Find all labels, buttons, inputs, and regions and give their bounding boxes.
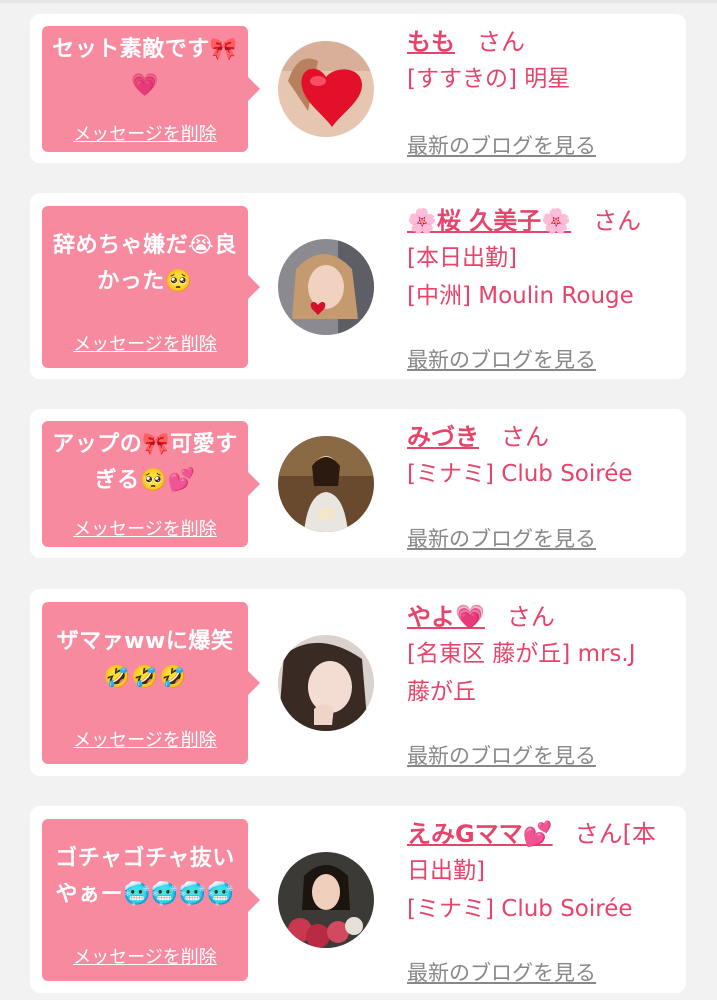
avatar[interactable] [278,852,374,948]
message-text: アップの🎀可愛す ぎる🥺💕 [48,427,242,499]
message-text-line: ぎる🥺💕 [94,468,196,493]
sender-info: やよ💗 さん [名東区 藤が丘] mrs.J 藤が丘 最新のブログを見る [407,599,664,768]
shop-info: [中洲] Moulin Rouge [407,283,634,309]
honorific: さん[本 [574,820,656,848]
delete-message-link[interactable]: メッセージを削除 [42,515,248,541]
sender-name-link[interactable]: えみGママ💕 [407,820,553,848]
blog-link[interactable]: 最新のブログを見る [407,957,596,987]
delete-message-link[interactable]: メッセージを削除 [42,943,248,969]
message-card: 辞めちゃ嫌だ😭良 かった🥺 メッセージを削除 🌸桜 久美子🌸 さん [本日出勤] … [30,193,686,379]
message-text: ゴチャゴチャ抜い やぁー🥶🥶🥶🥶 [48,841,242,913]
honorific: さん [477,28,525,56]
message-card: ゴチャゴチャ抜い やぁー🥶🥶🥶🥶 メッセージを削除 えみGママ💕 さん[本 日出勤… [30,806,686,993]
message-text: セット素敵です🎀 💗 [48,32,242,104]
name-line: もも さん [407,24,664,60]
message-text-line: ゴチャゴチャ抜い [55,846,235,871]
message-text-line: 💗 [131,73,159,98]
shop-info: [すすきの] 明星 [407,66,571,92]
avatar[interactable] [278,239,374,335]
sender-info: みづき さん [ミナミ] Club Soirée 最新のブログを見る [407,419,664,551]
message-bubble: 辞めちゃ嫌だ😭良 かった🥺 メッセージを削除 [42,206,260,368]
sender-name-link[interactable]: やよ💗 [407,603,485,631]
message-text: 辞めちゃ嫌だ😭良 かった🥺 [48,228,242,300]
name-line: えみGママ💕 さん[本 [407,816,664,852]
name-line: やよ💗 さん [407,599,664,635]
shop-info: [ミナミ] Club Soirée [407,461,633,487]
blog-link[interactable]: 最新のブログを見る [407,740,596,770]
message-text-line: 🤣🤣🤣 [103,665,187,690]
message-text-line: 辞めちゃ嫌だ😭良 [53,233,237,258]
blog-link[interactable]: 最新のブログを見る [407,130,596,160]
avatar[interactable] [278,41,374,137]
avatar-photo [278,635,374,731]
top-edge [0,0,717,3]
avatar[interactable] [278,436,374,532]
message-bubble: セット素敵です🎀 💗 メッセージを削除 [42,26,260,152]
sender-name-link[interactable]: 🌸桜 久美子🌸 [407,207,571,235]
name-line: みづき さん [407,419,664,455]
blog-link[interactable]: 最新のブログを見る [407,344,596,374]
message-text-line: セット素敵です🎀 [52,37,238,62]
message-text: ザマァwwに爆笑 🤣🤣🤣 [48,624,242,696]
name-line: 🌸桜 久美子🌸 さん [407,203,664,239]
shop-info: 藤が丘 [407,679,476,705]
avatar-photo [278,239,374,335]
message-bubble: ゴチャゴチャ抜い やぁー🥶🥶🥶🥶 メッセージを削除 [42,819,260,981]
message-bubble: アップの🎀可愛す ぎる🥺💕 メッセージを削除 [42,421,260,547]
message-text-line: ザマァwwに爆笑 [56,629,234,654]
shop-info: [本日出勤] [407,245,517,271]
message-bubble: ザマァwwに爆笑 🤣🤣🤣 メッセージを削除 [42,602,260,764]
message-card: アップの🎀可愛す ぎる🥺💕 メッセージを削除 みづき さん [ミナミ] Club … [30,409,686,558]
avatar-photo [278,852,374,948]
message-text-line: やぁー🥶🥶🥶🥶 [55,882,235,907]
message-card: ザマァwwに爆笑 🤣🤣🤣 メッセージを削除 やよ💗 さん [名東区 藤が丘] mr… [30,589,686,776]
message-text-line: アップの🎀可愛す [52,432,238,457]
message-text-line: かった🥺 [97,269,193,294]
sender-name-link[interactable]: もも [407,28,455,56]
sender-name-link[interactable]: みづき [407,423,479,451]
shop-info: [名東区 藤が丘] mrs.J [407,641,636,667]
sender-info: 🌸桜 久美子🌸 さん [本日出勤] [中洲] Moulin Rouge 最新のブロ… [407,203,664,372]
sender-info: もも さん [すすきの] 明星 最新のブログを見る [407,24,664,158]
delete-message-link[interactable]: メッセージを削除 [42,726,248,752]
avatar-photo [278,41,374,137]
avatar[interactable] [278,635,374,731]
honorific: さん [501,423,549,451]
avatar-photo [278,436,374,532]
honorific: さん [593,207,642,235]
shop-info: 日出勤] [407,858,485,884]
delete-message-link[interactable]: メッセージを削除 [42,330,248,356]
delete-message-link[interactable]: メッセージを削除 [42,120,248,146]
shop-info: [ミナミ] Club Soirée [407,896,633,922]
message-card: セット素敵です🎀 💗 メッセージを削除 もも さん [すすきの] 明星 最新のブロ… [30,14,686,163]
honorific: さん [506,603,555,631]
sender-info: えみGママ💕 さん[本 日出勤] [ミナミ] Club Soirée 最新のブログ… [407,816,664,985]
blog-link[interactable]: 最新のブログを見る [407,523,596,553]
